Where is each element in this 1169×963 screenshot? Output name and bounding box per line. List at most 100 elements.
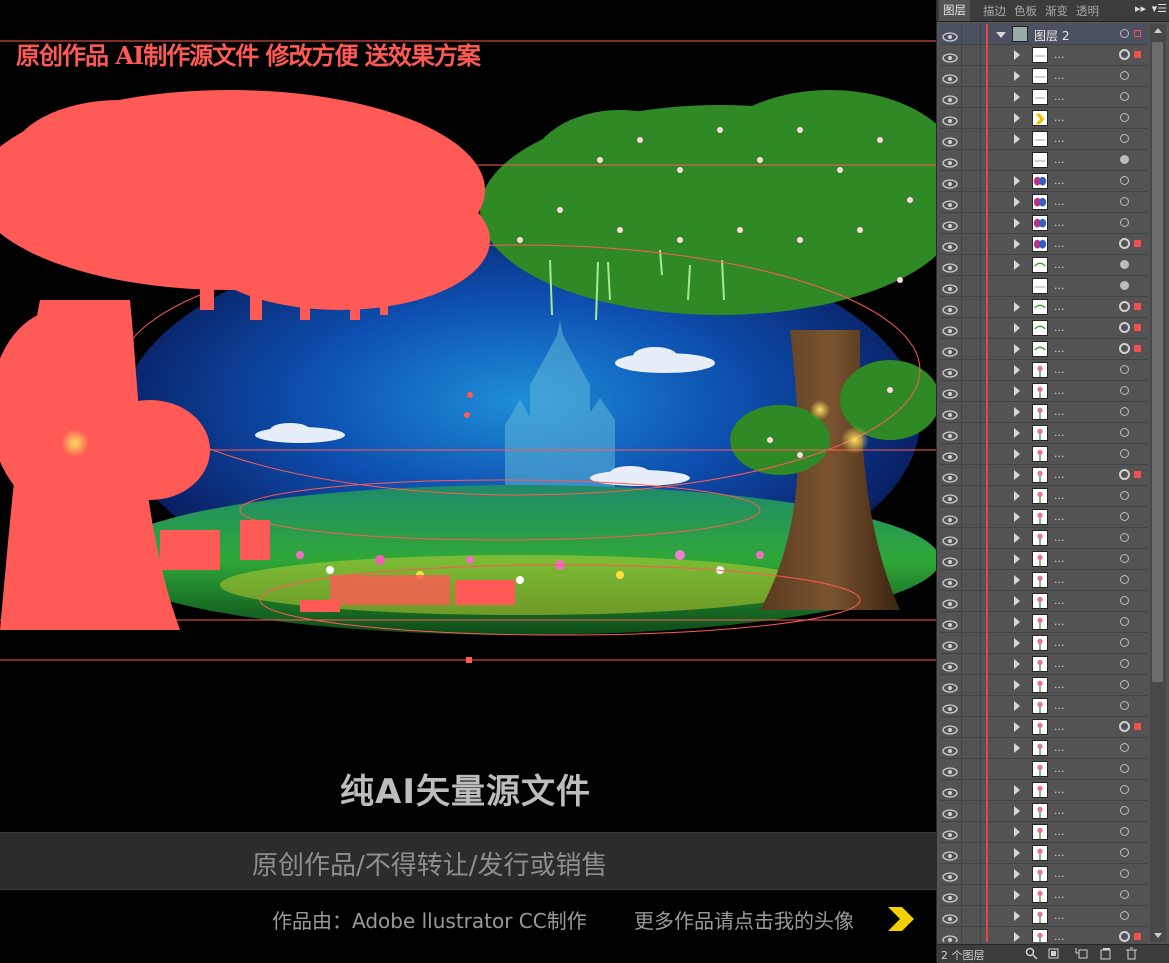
layer-name[interactable]: ... (1054, 468, 1065, 481)
layer-row[interactable]: ... (940, 234, 1148, 255)
layer-list-scrollbar[interactable] (1150, 24, 1166, 942)
expand-triangle-icon[interactable] (1014, 134, 1020, 144)
layer-row[interactable]: ... (940, 423, 1148, 444)
layer-name[interactable]: ... (1054, 783, 1065, 796)
target-circle-icon[interactable] (1120, 785, 1129, 794)
target-circle-icon[interactable] (1120, 827, 1129, 836)
visibility-eye-icon[interactable] (942, 154, 958, 168)
target-circle-icon[interactable] (1120, 134, 1129, 143)
target-circle-icon[interactable] (1120, 386, 1129, 395)
layer-name[interactable]: ... (1054, 153, 1065, 166)
target-circle-icon[interactable] (1120, 197, 1129, 206)
visibility-eye-icon[interactable] (942, 322, 958, 336)
layer-name[interactable]: ... (1054, 804, 1065, 817)
expand-triangle-icon[interactable] (1014, 869, 1020, 879)
expand-triangle-icon[interactable] (1014, 554, 1020, 564)
lock-column[interactable] (961, 780, 962, 801)
lock-column[interactable] (961, 108, 962, 129)
target-circle-icon[interactable] (1120, 155, 1129, 164)
lock-column[interactable] (961, 255, 962, 276)
layer-name[interactable]: ... (1054, 636, 1065, 649)
selection-square[interactable] (1134, 933, 1141, 940)
target-circle-icon[interactable] (1120, 29, 1129, 38)
visibility-eye-icon[interactable] (942, 511, 958, 525)
lock-column[interactable] (961, 633, 962, 654)
layer-row[interactable]: ... (940, 696, 1148, 717)
layer-row[interactable]: ... (940, 192, 1148, 213)
layer-name[interactable]: ... (1054, 132, 1065, 145)
target-circle-icon[interactable] (1120, 890, 1129, 899)
layer-name[interactable]: ... (1054, 69, 1065, 82)
panel-menu-icon[interactable]: ▾☰ (1152, 2, 1167, 15)
layer-name[interactable]: ... (1054, 279, 1065, 292)
expand-triangle-icon[interactable] (1014, 932, 1020, 942)
lock-column[interactable] (961, 675, 962, 696)
lock-column[interactable] (961, 927, 962, 942)
layer-row[interactable]: ... (940, 171, 1148, 192)
lock-column[interactable] (961, 402, 962, 423)
target-circle-icon[interactable] (1120, 743, 1129, 752)
layer-row[interactable]: ... (940, 87, 1148, 108)
lock-column[interactable] (961, 318, 962, 339)
expand-triangle-icon[interactable] (1014, 491, 1020, 501)
target-circle-icon[interactable] (1120, 848, 1129, 857)
selection-square[interactable] (1134, 324, 1141, 331)
lock-column[interactable] (961, 276, 962, 297)
visibility-eye-icon[interactable] (942, 469, 958, 483)
layer-row[interactable]: ... (940, 486, 1148, 507)
target-circle-icon[interactable] (1120, 512, 1129, 521)
visibility-eye-icon[interactable] (942, 406, 958, 420)
expand-triangle-icon[interactable] (1014, 701, 1020, 711)
layer-name[interactable]: ... (1054, 363, 1065, 376)
visibility-eye-icon[interactable] (942, 910, 958, 924)
fantasy-forest-artwork[interactable] (0, 0, 936, 700)
lock-column[interactable] (961, 570, 962, 591)
visibility-eye-icon[interactable] (942, 259, 958, 273)
lock-column[interactable] (961, 213, 962, 234)
layer-name[interactable]: ... (1054, 762, 1065, 775)
expand-triangle-icon[interactable] (1014, 365, 1020, 375)
target-circle-icon[interactable] (1120, 407, 1129, 416)
expand-triangle-icon[interactable] (1014, 911, 1020, 921)
target-circle-icon[interactable] (1119, 322, 1130, 333)
layer-row[interactable]: ... (940, 213, 1148, 234)
lock-column[interactable] (961, 654, 962, 675)
layer-row[interactable]: ... (940, 759, 1148, 780)
target-circle-icon[interactable] (1120, 176, 1129, 185)
target-circle-icon[interactable] (1120, 680, 1129, 689)
layer-name[interactable]: ... (1054, 741, 1065, 754)
layer-name[interactable]: ... (1054, 447, 1065, 460)
target-circle-icon[interactable] (1120, 806, 1129, 815)
layer-row[interactable]: ... (940, 255, 1148, 276)
target-circle-icon[interactable] (1120, 701, 1129, 710)
layer-row[interactable]: ... (940, 570, 1148, 591)
lock-column[interactable] (961, 465, 962, 486)
expand-triangle-icon[interactable] (1014, 218, 1020, 228)
layer-name[interactable]: ... (1054, 678, 1065, 691)
visibility-eye-icon[interactable] (942, 784, 958, 798)
layer-name[interactable]: ... (1054, 48, 1065, 61)
lock-column[interactable] (961, 129, 962, 150)
lock-column[interactable] (961, 234, 962, 255)
visibility-eye-icon[interactable] (942, 385, 958, 399)
expand-triangle-icon[interactable] (1014, 722, 1020, 732)
target-circle-icon[interactable] (1120, 764, 1129, 773)
target-circle-icon[interactable] (1120, 491, 1129, 500)
lock-column[interactable] (961, 24, 962, 45)
layer-row[interactable]: ... (940, 318, 1148, 339)
layer-name[interactable]: ... (1054, 888, 1065, 901)
selection-square[interactable] (1134, 345, 1141, 352)
layer-row[interactable]: ... (940, 129, 1148, 150)
scroll-up-icon[interactable] (1154, 28, 1162, 33)
target-circle-icon[interactable] (1120, 617, 1129, 626)
locate-object-icon[interactable] (1025, 947, 1038, 960)
layer-name[interactable]: ... (1054, 321, 1065, 334)
visibility-eye-icon[interactable] (942, 931, 958, 942)
expand-triangle-icon[interactable] (1014, 197, 1020, 207)
layer-name[interactable]: ... (1054, 405, 1065, 418)
layer-row-top[interactable]: 图层 2 (940, 24, 1148, 45)
target-circle-icon[interactable] (1120, 638, 1129, 647)
target-circle-icon[interactable] (1119, 343, 1130, 354)
lock-column[interactable] (961, 528, 962, 549)
lock-column[interactable] (961, 507, 962, 528)
